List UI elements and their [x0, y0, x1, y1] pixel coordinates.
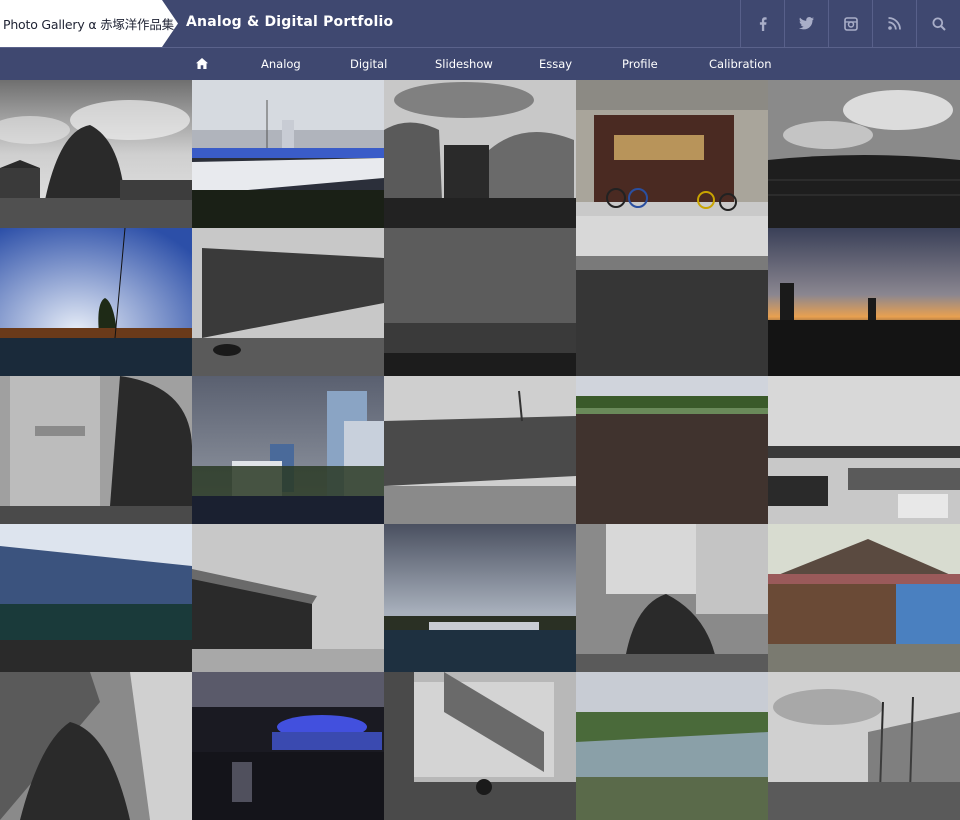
- photo-blue-sky: [0, 228, 192, 376]
- photo-thumbnail[interactable]: [0, 672, 192, 820]
- site-header: Photo Gallery α 赤塚洋作品集 Analog & Digital …: [0, 0, 960, 47]
- photo-blue-net-fence: [0, 524, 192, 672]
- photo-thumbnail[interactable]: [384, 376, 576, 524]
- photo-bw-mesh-tower: [384, 376, 576, 524]
- photo-thumbnail[interactable]: [384, 524, 576, 672]
- photo-thumbnail[interactable]: [768, 80, 960, 228]
- photo-cloudy-field: [384, 524, 576, 672]
- search-button[interactable]: [916, 0, 960, 47]
- instagram-button[interactable]: [828, 0, 872, 47]
- photo-thumbnail[interactable]: [0, 228, 192, 376]
- nav-item-essay[interactable]: Essay: [539, 48, 572, 80]
- photo-bw-dirt-field: [576, 228, 768, 376]
- rss-icon: [888, 17, 901, 30]
- search-icon: [932, 17, 946, 31]
- twitter-icon: [799, 17, 814, 30]
- photo-garage-bicycles: [576, 80, 768, 228]
- photo-thumbnail[interactable]: [192, 80, 384, 228]
- photo-thumbnail[interactable]: [576, 376, 768, 524]
- photo-thumbnail[interactable]: [576, 228, 768, 376]
- nav-item-calibration[interactable]: Calibration: [709, 48, 772, 80]
- photo-bw-concrete-wall: [384, 228, 576, 376]
- photo-thumbnail[interactable]: [192, 672, 384, 820]
- photo-office-tower: [192, 376, 384, 524]
- facebook-icon: [759, 16, 767, 31]
- photo-bw-stairs-plant: [576, 524, 768, 672]
- photo-thumbnail[interactable]: [384, 228, 576, 376]
- photo-bw-greenhouse-roof: [768, 80, 960, 228]
- photo-thumbnail[interactable]: [0, 376, 192, 524]
- photo-thumbnail[interactable]: [0, 524, 192, 672]
- photo-bw-warehouse: [192, 524, 384, 672]
- photo-old-shed: [768, 524, 960, 672]
- photo-thumbnail[interactable]: [768, 228, 960, 376]
- photo-thumbnail[interactable]: [768, 524, 960, 672]
- nav-item-profile[interactable]: Profile: [622, 48, 658, 80]
- photo-bw-alley: [0, 672, 192, 820]
- photo-thumbnail[interactable]: [576, 672, 768, 820]
- home-icon[interactable]: [196, 58, 208, 69]
- photo-bw-mesh-fence: [192, 228, 384, 376]
- photo-night-canal: [192, 672, 384, 820]
- photo-thumbnail[interactable]: [576, 80, 768, 228]
- twitter-button[interactable]: [784, 0, 828, 47]
- photo-bw-trees: [0, 80, 192, 228]
- photo-tennis-court: [576, 672, 768, 820]
- photo-bw-apartment-stairs: [0, 376, 192, 524]
- brand-text: Photo Gallery α 赤塚洋作品集: [3, 17, 174, 32]
- nav-item-slideshow[interactable]: Slideshow: [435, 48, 493, 80]
- photo-thumbnail[interactable]: [768, 672, 960, 820]
- photo-bw-apartment-motorbike: [384, 672, 576, 820]
- photo-gallery-grid: [0, 80, 960, 820]
- facebook-button[interactable]: [740, 0, 784, 47]
- photo-greenhouse-field: [192, 80, 384, 228]
- photo-thumbnail[interactable]: [192, 376, 384, 524]
- photo-thumbnail[interactable]: [576, 524, 768, 672]
- nav-item-digital[interactable]: Digital: [350, 48, 387, 80]
- photo-thumbnail[interactable]: [0, 80, 192, 228]
- photo-thumbnail[interactable]: [768, 376, 960, 524]
- brand-logo-link[interactable]: Photo Gallery α 赤塚洋作品集: [0, 0, 178, 47]
- site-title[interactable]: Analog & Digital Portfolio: [186, 14, 393, 30]
- photo-bw-field-poles: [768, 672, 960, 820]
- main-nav: Analog Digital Slideshow Essay Profile C…: [0, 47, 960, 80]
- photo-bw-greenhouses: [384, 80, 576, 228]
- instagram-icon: [843, 16, 858, 31]
- photo-thumbnail[interactable]: [192, 228, 384, 376]
- photo-sunset-skyline: [768, 228, 960, 376]
- photo-thumbnail[interactable]: [192, 524, 384, 672]
- photo-thumbnail[interactable]: [384, 672, 576, 820]
- photo-sports-field: [576, 376, 768, 524]
- photo-thumbnail[interactable]: [384, 80, 576, 228]
- social-links: [740, 0, 960, 47]
- nav-item-analog[interactable]: Analog: [261, 48, 301, 80]
- photo-bw-parking-lot: [768, 376, 960, 524]
- rss-button[interactable]: [872, 0, 916, 47]
